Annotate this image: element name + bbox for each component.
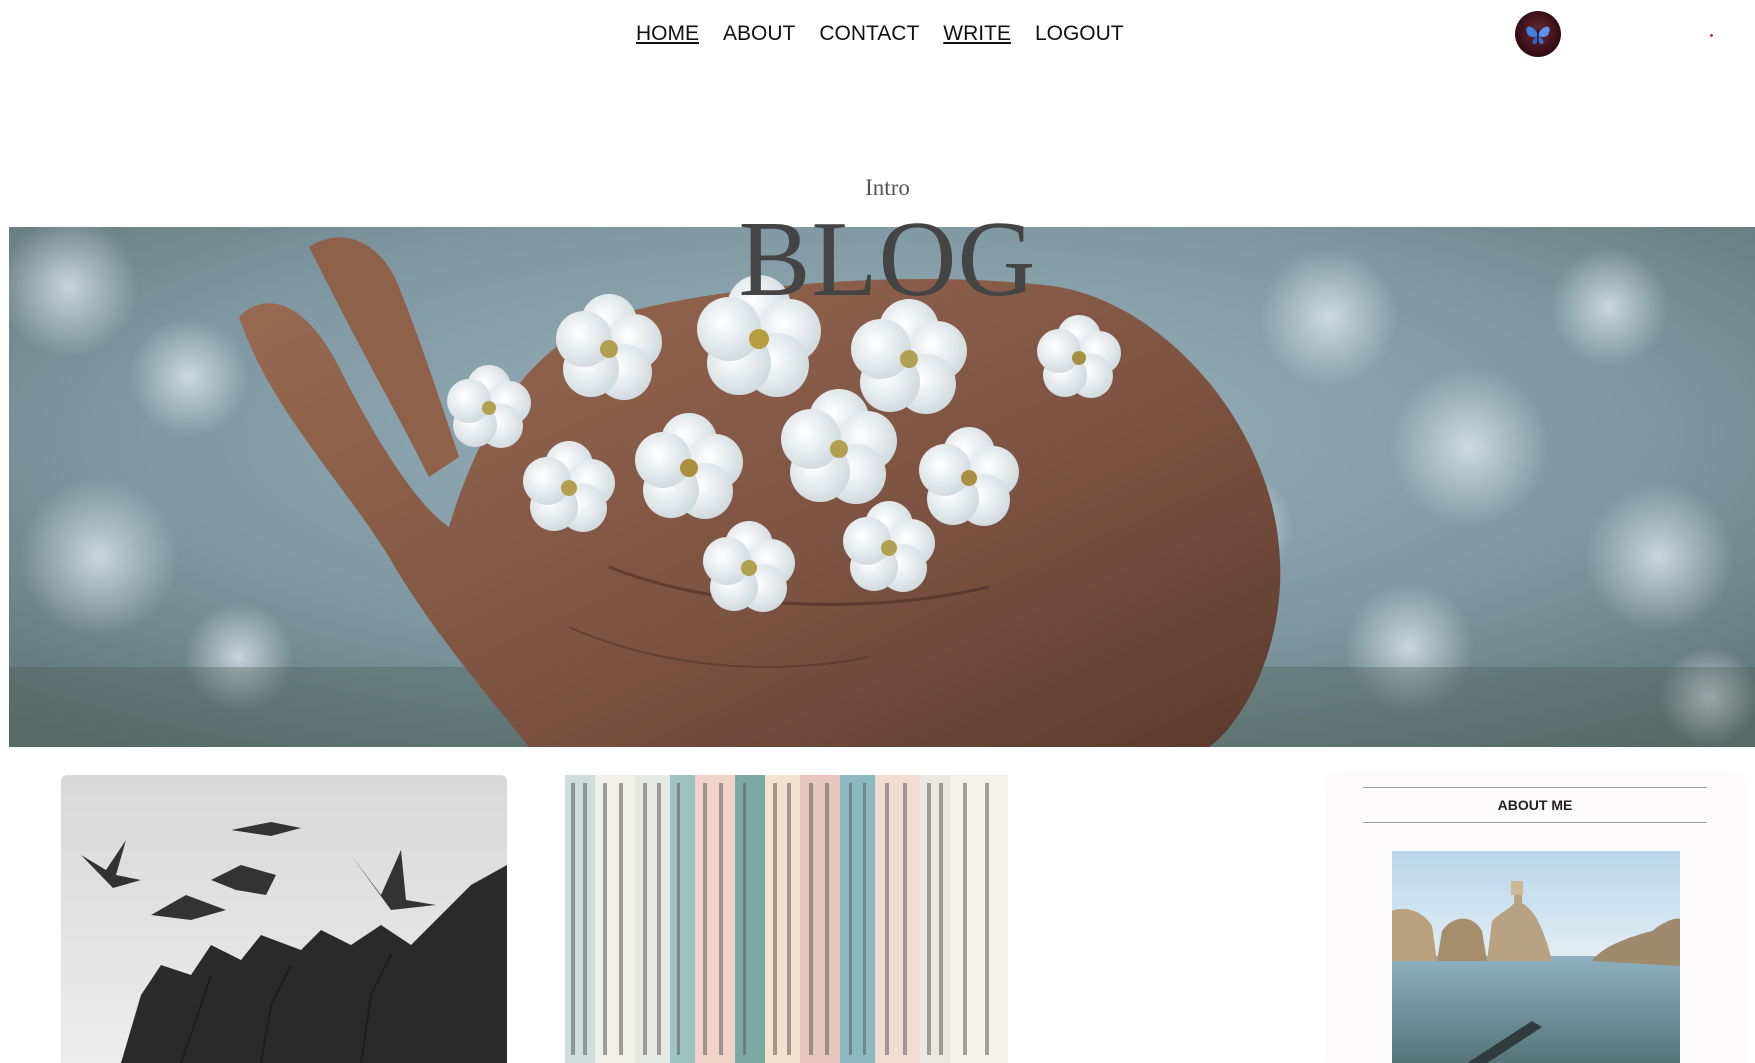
- birds-photo-image: [61, 775, 507, 1063]
- header-subtitle: Intro: [865, 175, 910, 200]
- page-title: BLOG: [738, 200, 1037, 319]
- sidebar-about-me: ABOUT ME: [1328, 773, 1743, 1063]
- post-image-birds[interactable]: [61, 775, 507, 1063]
- sidebar-about-image: [1392, 851, 1680, 1063]
- sidebar-title: ABOUT ME: [1363, 787, 1707, 823]
- apartment-buildings-photo-image: [565, 775, 1008, 1063]
- nav-logout-link[interactable]: LOGOUT: [1035, 20, 1124, 48]
- post-image-buildings[interactable]: [565, 775, 1008, 1063]
- butterfly-icon: [1526, 26, 1550, 44]
- status-dot-icon: [1710, 34, 1713, 37]
- top-bar: HOME ABOUT CONTACT WRITE LOGOUT: [0, 0, 1755, 68]
- nav-contact-link[interactable]: CONTACT: [819, 20, 919, 48]
- nav-write-link[interactable]: WRITE: [943, 20, 1011, 48]
- nav-about-link[interactable]: ABOUT: [723, 20, 795, 48]
- sea-cliffs-photo-image: [1392, 851, 1680, 1063]
- top-nav: HOME ABOUT CONTACT WRITE LOGOUT: [636, 20, 1124, 48]
- nav-home-link[interactable]: HOME: [636, 20, 699, 48]
- profile-avatar[interactable]: [1515, 11, 1561, 57]
